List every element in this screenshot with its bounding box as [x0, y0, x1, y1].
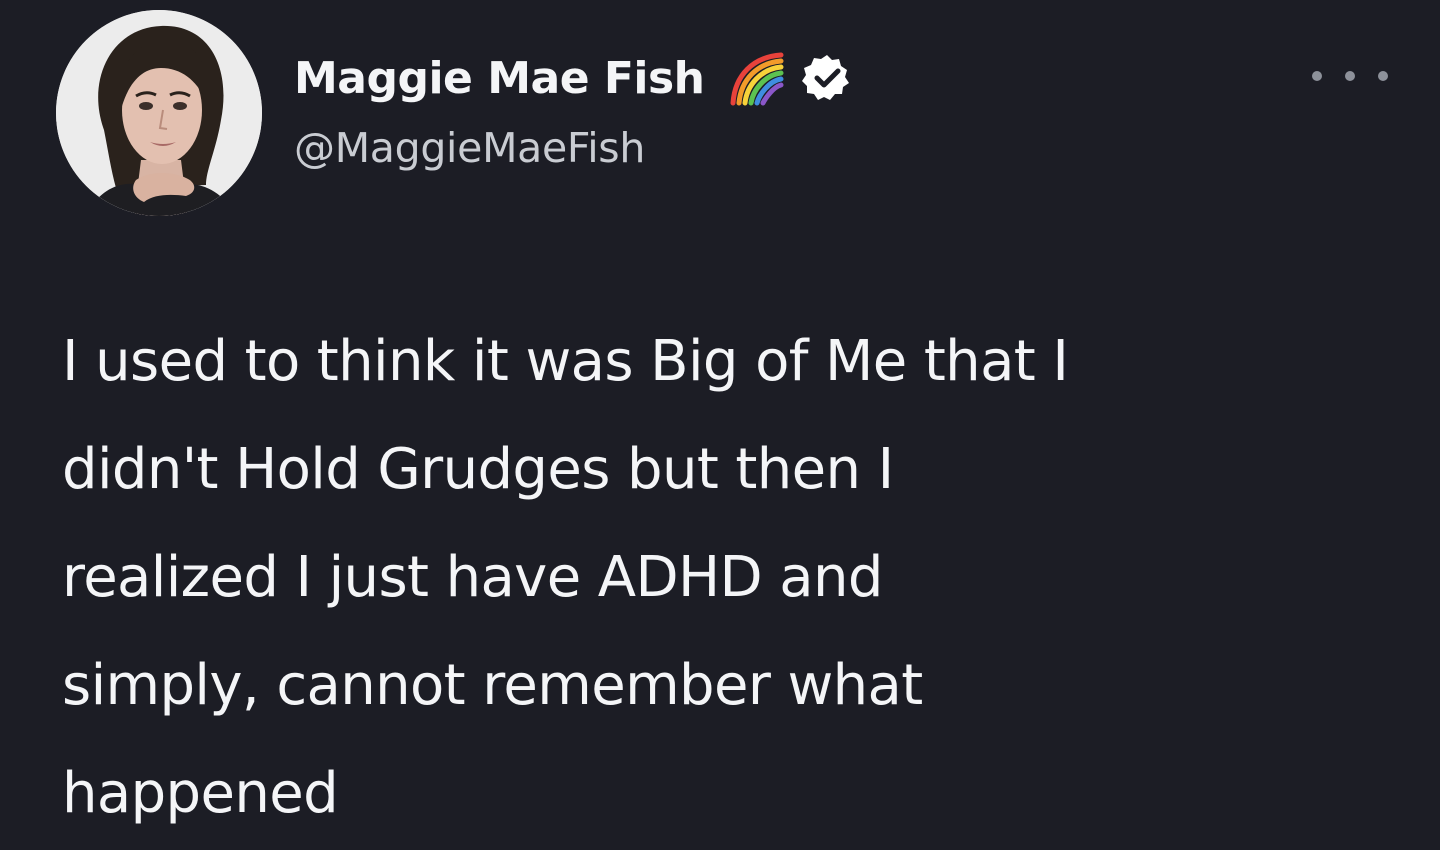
rainbow-icon	[730, 52, 783, 106]
author-handle[interactable]: @MaggieMaeFish	[294, 124, 645, 172]
tweet-text: I used to think it was Big of Me that I …	[62, 329, 1069, 826]
avatar[interactable]	[56, 10, 262, 216]
tweet-card: Maggie Mae Fish @MaggieMaeFish I used to…	[0, 0, 1440, 850]
display-name[interactable]: Maggie Mae Fish	[294, 53, 705, 104]
verified-badge-icon	[801, 55, 849, 100]
more-options-icon[interactable]	[1312, 62, 1388, 90]
profile-photo	[56, 10, 262, 216]
dot	[1312, 71, 1322, 81]
dot	[1345, 71, 1355, 81]
author-name-row: Maggie Mae Fish	[294, 48, 853, 108]
dot	[1378, 71, 1388, 81]
